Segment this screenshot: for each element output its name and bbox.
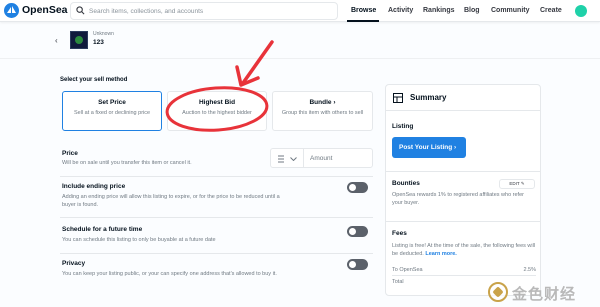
- sell-method-set-price[interactable]: Set Price Sell at a fixed or declining p…: [62, 91, 162, 131]
- bounties-text: OpenSea rewards 1% to registered affilia…: [392, 192, 524, 206]
- summary-title: Summary: [410, 93, 447, 102]
- amount-input[interactable]: [303, 148, 373, 168]
- chevron-right-icon: ›: [333, 99, 336, 106]
- sell-method-bundle[interactable]: Bundle › Group this item with others to …: [272, 91, 373, 131]
- top-nav: OpenSea Browse Activity Rankings Blog Co…: [0, 0, 600, 22]
- ending-price-description: Adding an ending price will allow this l…: [62, 194, 280, 208]
- privacy-description: You can keep your listing public, or you…: [62, 271, 277, 277]
- opensea-logo-icon[interactable]: [4, 3, 19, 18]
- chevron-right-icon: ›: [454, 144, 457, 151]
- eth-icon: [278, 155, 284, 163]
- post-listing-label: Post Your Listing: [399, 144, 453, 151]
- fee-label: Total: [392, 279, 404, 285]
- method-title: Bundle ›: [273, 99, 372, 106]
- edit-bounty-button[interactable]: EDIT ✎: [499, 179, 535, 189]
- fee-value: 2.5%: [523, 267, 536, 273]
- summary-divider: [386, 171, 540, 172]
- schedule-title: Schedule for a future time: [62, 226, 143, 233]
- back-chevron-icon[interactable]: ‹: [55, 36, 58, 45]
- search-icon: [76, 6, 85, 15]
- sell-method-title: Select your sell method: [60, 77, 128, 83]
- header-divider: [0, 58, 600, 59]
- method-title-text: Bundle: [309, 99, 332, 106]
- row-divider: [60, 253, 373, 254]
- watermark-logo-icon: [488, 282, 508, 302]
- fee-row-opensea: To OpenSea 2.5%: [392, 267, 536, 273]
- search-input[interactable]: [89, 5, 333, 17]
- method-title: Highest Bid: [198, 99, 236, 106]
- nav-link-rankings[interactable]: Rankings: [423, 7, 455, 14]
- edit-label: EDIT: [509, 181, 520, 186]
- method-title: Set Price: [98, 99, 126, 106]
- listing-label: Listing: [392, 123, 414, 130]
- schedule-description: You can schedule this listing to only be…: [62, 237, 216, 243]
- learn-more-link[interactable]: Learn more.: [425, 251, 456, 257]
- active-tab-indicator: [347, 20, 379, 22]
- fees-text-body: Listing is free! At the time of the sale…: [392, 243, 536, 257]
- price-description: Will be on sale until you transfer this …: [62, 160, 192, 166]
- annotation-arrow: [241, 40, 274, 85]
- price-title: Price: [62, 150, 78, 157]
- fee-label: To OpenSea: [392, 267, 423, 273]
- privacy-title: Privacy: [62, 260, 86, 267]
- bounties-label: Bounties: [392, 180, 420, 187]
- nav-link-activity[interactable]: Activity: [388, 7, 413, 14]
- method-subtitle: Group this item with others to sell: [281, 110, 364, 116]
- summary-panel: Summary Listing Post Your Listing › Boun…: [385, 84, 541, 296]
- item-name: 123: [93, 39, 104, 46]
- nav-link-create[interactable]: Create: [540, 7, 562, 14]
- ending-price-title: Include ending price: [62, 183, 126, 190]
- summary-grid-icon: [393, 93, 403, 103]
- nav-link-blog[interactable]: Blog: [464, 7, 480, 14]
- chevron-down-icon: [290, 157, 297, 161]
- profile-avatar[interactable]: [575, 5, 587, 17]
- currency-select[interactable]: [270, 148, 304, 168]
- annotation-arrowhead: [235, 65, 260, 87]
- method-subtitle: Sell at a fixed or declining price: [73, 110, 151, 116]
- search-box[interactable]: [70, 2, 338, 20]
- fee-divider: [392, 275, 536, 276]
- row-divider: [60, 217, 373, 218]
- summary-header: Summary: [386, 85, 540, 111]
- schedule-toggle[interactable]: [347, 226, 368, 237]
- fees-label: Fees: [392, 230, 407, 237]
- watermark: 金色财经: [488, 281, 598, 305]
- pencil-icon: ✎: [520, 181, 525, 186]
- item-thumbnail: [70, 31, 88, 49]
- nav-link-community[interactable]: Community: [491, 7, 530, 14]
- ending-price-toggle[interactable]: [347, 182, 368, 193]
- nav-link-browse[interactable]: Browse: [351, 7, 376, 14]
- watermark-text: 金色财经: [512, 285, 577, 303]
- summary-divider: [386, 221, 540, 222]
- collection-name[interactable]: Unknown: [93, 31, 114, 37]
- sell-method-highest-bid[interactable]: Highest Bid Auction to the highest bidde…: [167, 91, 267, 131]
- privacy-toggle[interactable]: [347, 259, 368, 270]
- post-listing-button[interactable]: Post Your Listing ›: [392, 137, 466, 158]
- row-divider: [60, 176, 373, 177]
- logo-text[interactable]: OpenSea: [22, 4, 68, 16]
- method-subtitle: Auction to the highest bidder: [182, 110, 252, 116]
- fees-text: Listing is free! At the time of the sale…: [392, 242, 536, 258]
